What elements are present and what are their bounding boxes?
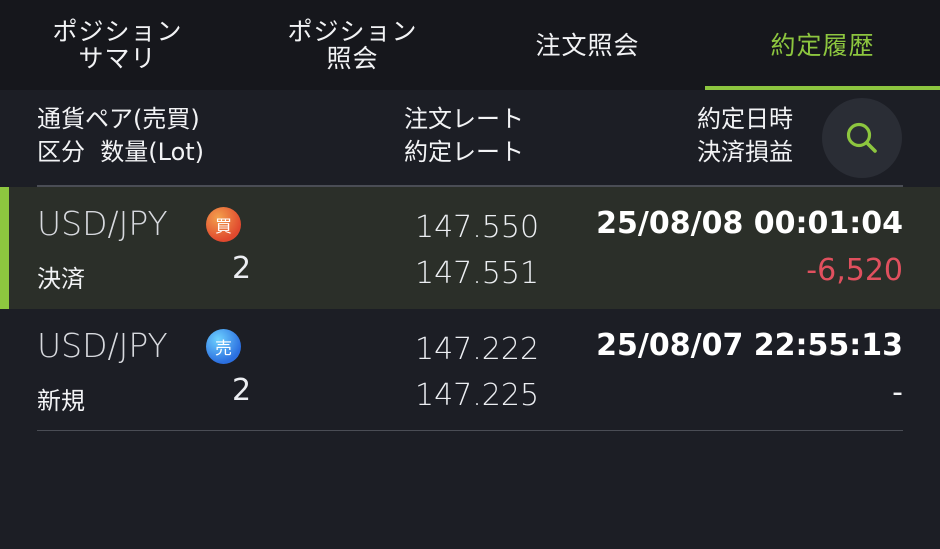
selected-indicator — [0, 187, 9, 309]
settlement-pl: - — [892, 375, 903, 410]
header-col-rate: 注文レート 約定レート — [404, 103, 524, 169]
order-rate: 147.550 — [415, 210, 540, 245]
header-exec-rate-label: 約定レート — [404, 138, 524, 166]
tab-execution-history[interactable]: 約定履歴 — [705, 0, 940, 90]
buy-badge: 買 — [206, 207, 241, 242]
quantity: 2 — [232, 251, 252, 286]
currency-pair: USD/JPY — [37, 326, 168, 365]
settlement-pl: -6,520 — [806, 253, 903, 288]
header-col-datetime: 約定日時 決済損益 — [697, 103, 793, 169]
tab-order-inquiry[interactable]: 注文照会 — [470, 0, 705, 90]
exec-datetime: 25/08/07 22:55:13 — [596, 328, 903, 363]
currency-pair: USD/JPY — [37, 204, 168, 243]
tab-position-summary[interactable]: ポジション サマリ — [0, 0, 235, 90]
tab-bar: ポジション サマリ ポジション 照会 注文照会 約定履歴 — [0, 0, 940, 90]
exec-rate: 147.551 — [415, 256, 540, 291]
table-row[interactable]: USD/JPY 買 決済 2 147.550 147.551 25/08/08 … — [0, 187, 940, 309]
search-icon — [846, 122, 877, 153]
quantity: 2 — [232, 373, 252, 408]
list-header: 通貨ペア(売買) 区分 数量(Lot) 注文レート 約定レート 約定日時 決済損… — [0, 90, 940, 186]
trade-category: 新規 — [37, 387, 85, 415]
order-rate: 147.222 — [415, 332, 540, 367]
table-row[interactable]: USD/JPY 売 新規 2 147.222 147.225 25/08/07 … — [0, 309, 940, 431]
exec-rate: 147.225 — [415, 378, 540, 413]
row-divider — [37, 430, 903, 431]
sell-badge: 売 — [206, 329, 241, 364]
header-col-pair: 通貨ペア(売買) 区分 数量(Lot) — [37, 103, 204, 169]
tab-position-inquiry[interactable]: ポジション 照会 — [235, 0, 470, 90]
trade-category: 決済 — [37, 265, 85, 293]
exec-datetime: 25/08/08 00:01:04 — [596, 206, 903, 241]
header-pair-label: 通貨ペア(売買) — [37, 105, 200, 133]
header-datetime-label: 約定日時 — [697, 105, 793, 133]
header-order-rate-label: 注文レート — [404, 105, 524, 133]
header-qty-label: 区分 数量(Lot) — [37, 138, 205, 166]
header-pl-label: 決済損益 — [697, 138, 793, 166]
search-button[interactable] — [822, 98, 902, 178]
